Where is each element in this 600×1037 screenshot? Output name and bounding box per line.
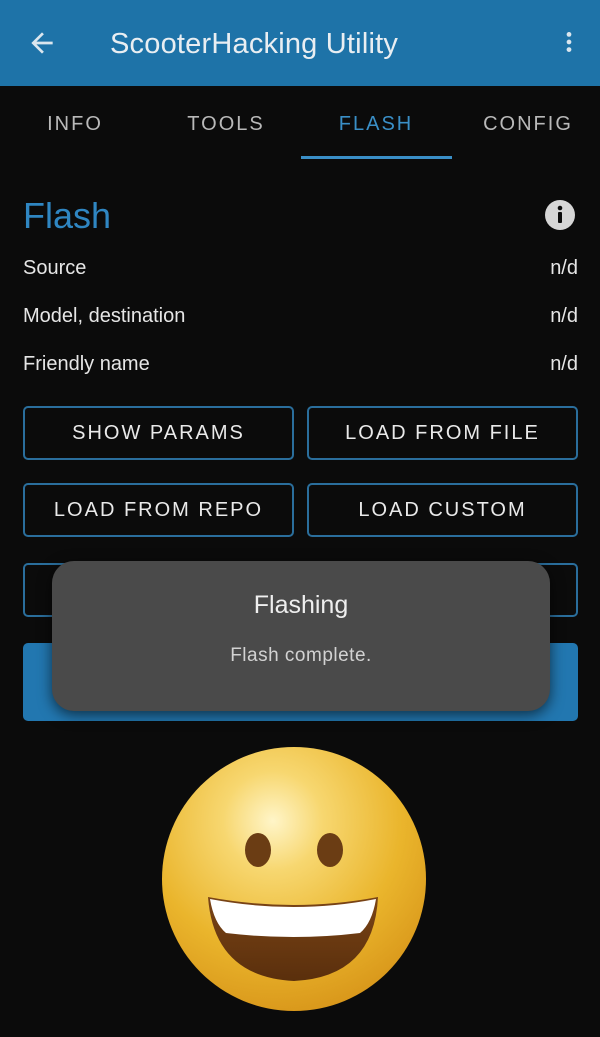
grinning-face-icon: [162, 747, 426, 1011]
flash-toast: Flashing Flash complete.: [52, 561, 550, 711]
tab-bar: INFO TOOLS FLASH CONFIG: [0, 86, 600, 162]
app-title: ScooterHacking Utility: [110, 28, 399, 60]
detail-value: n/d: [550, 305, 578, 327]
tab-info[interactable]: INFO: [0, 86, 150, 162]
toast-title: Flashing: [253, 591, 349, 619]
detail-value: n/d: [550, 353, 578, 375]
detail-value: n/d: [550, 257, 578, 279]
show-params-button[interactable]: SHOW PARAMS: [23, 406, 294, 460]
info-icon[interactable]: [544, 199, 576, 231]
tab-config[interactable]: CONFIG: [453, 86, 600, 162]
detail-label: Source: [23, 257, 87, 279]
tab-flash[interactable]: FLASH: [301, 86, 451, 162]
load-custom-button[interactable]: LOAD CUSTOM: [307, 483, 578, 537]
app-bar: ScooterHacking Utility: [0, 0, 600, 86]
more-vert-icon[interactable]: [556, 26, 582, 58]
detail-label: Friendly name: [23, 353, 150, 375]
load-from-repo-button[interactable]: LOAD FROM REPO: [23, 483, 294, 537]
detail-row-friendly-name: Friendly name n/d: [23, 348, 578, 380]
arrow-left-icon[interactable]: [26, 27, 58, 59]
detail-label: Model, destination: [23, 305, 186, 327]
tab-indicator: [301, 156, 452, 159]
detail-row-model: Model, destination n/d: [23, 300, 578, 332]
load-from-file-button[interactable]: LOAD FROM FILE: [307, 406, 578, 460]
detail-row-source: Source n/d: [23, 252, 578, 284]
tab-tools[interactable]: TOOLS: [151, 86, 301, 162]
section-title: Flash: [23, 195, 112, 236]
toast-message: Flash complete.: [230, 645, 372, 666]
